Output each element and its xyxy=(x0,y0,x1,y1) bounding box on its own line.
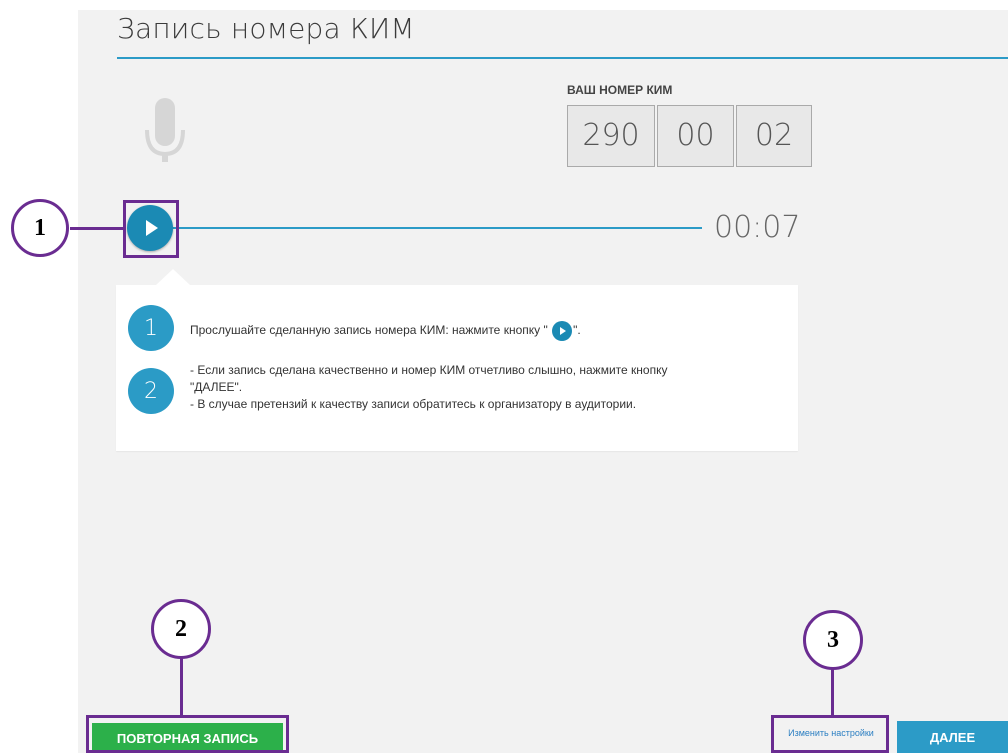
title-divider xyxy=(117,57,1008,59)
page-title: Запись номера КИМ xyxy=(117,12,415,45)
annotation-marker-2: 2 xyxy=(151,599,211,659)
step-2-text: - Если запись сделана качественно и номе… xyxy=(190,362,667,413)
step-2-line-2: "ДАЛЕЕ". xyxy=(190,380,243,394)
playback-time: 00:07 xyxy=(714,210,801,245)
instructions-panel: 1 Прослушайте сделанную запись номера КИ… xyxy=(116,285,798,451)
step-1-text: Прослушайте сделанную запись номера КИМ:… xyxy=(190,321,581,341)
microphone-icon xyxy=(145,98,185,162)
step-2-line-1: - Если запись сделана качественно и номе… xyxy=(190,363,668,377)
next-button[interactable]: ДАЛЕЕ xyxy=(897,721,1008,753)
playback-progress xyxy=(173,227,702,229)
kim-part-1: 290 xyxy=(567,105,655,167)
step-2-badge: 2 xyxy=(128,368,174,414)
annotation-connector-1 xyxy=(70,227,124,230)
step-2-line-3: - В случае претензий к качеству записи о… xyxy=(190,397,637,411)
annotation-frame-2 xyxy=(86,715,289,753)
annotation-connector-3 xyxy=(831,669,834,717)
annotation-marker-3: 3 xyxy=(803,610,863,670)
annotation-frame-1 xyxy=(123,200,179,258)
annotation-frame-3 xyxy=(771,715,889,753)
panel-pointer xyxy=(156,269,190,285)
kim-part-2: 00 xyxy=(657,105,734,167)
inline-play-icon xyxy=(552,321,573,341)
annotation-connector-2 xyxy=(180,658,183,716)
step-1-badge: 1 xyxy=(128,305,174,351)
annotation-marker-1: 1 xyxy=(11,199,69,257)
step-1-text-after: ". xyxy=(573,323,581,338)
step-1-text-before: Прослушайте сделанную запись номера КИМ:… xyxy=(190,323,552,338)
kim-label: ВАШ НОМЕР КИМ xyxy=(567,83,673,97)
kim-part-3: 02 xyxy=(736,105,812,167)
